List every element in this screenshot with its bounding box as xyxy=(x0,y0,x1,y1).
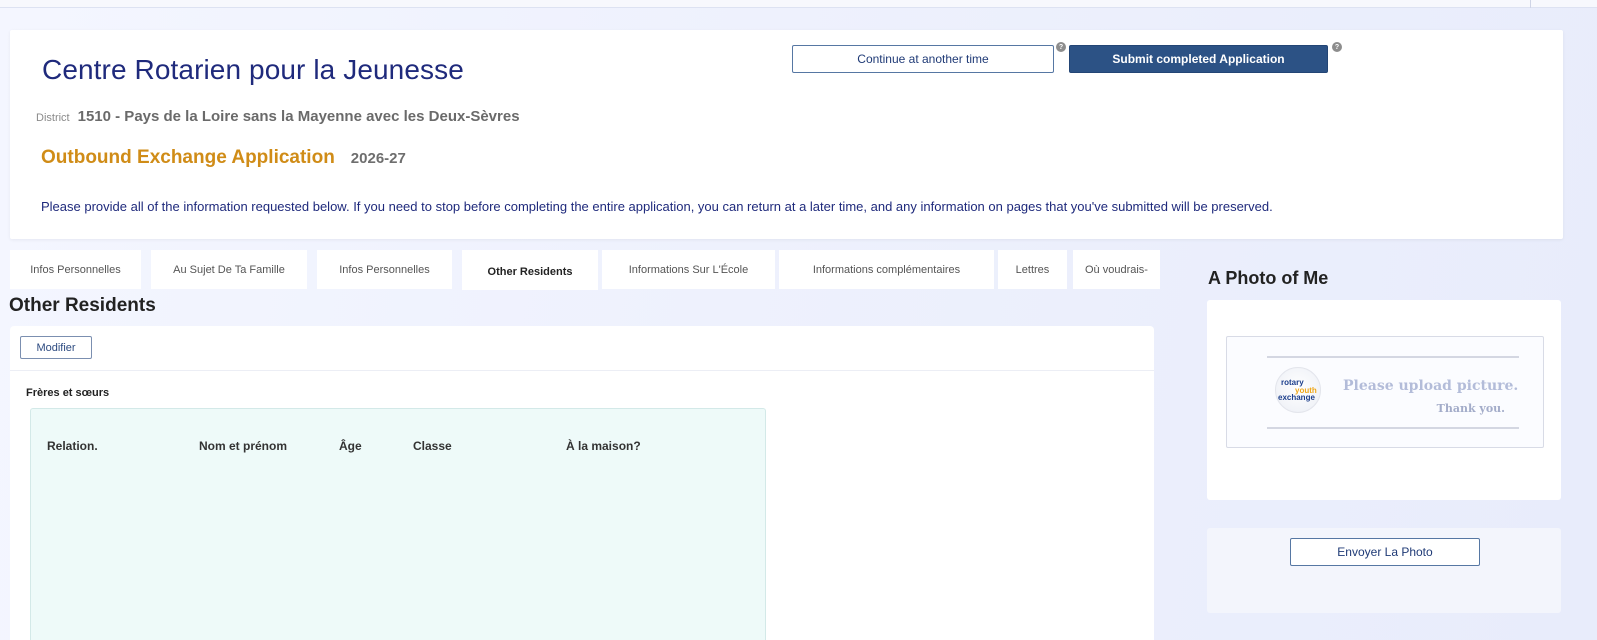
top-strip-edge xyxy=(1530,0,1531,8)
tab-other-residents[interactable]: Other Residents xyxy=(462,250,598,290)
application-year: 2026-27 xyxy=(350,150,406,167)
submit-help-icon[interactable]: ? xyxy=(1332,42,1342,52)
section-title: Other Residents xyxy=(9,295,156,316)
upload-card: Envoyer La Photo xyxy=(1207,528,1561,613)
placeholder-thanks: Thank you. xyxy=(1436,402,1505,415)
column-header-at-home: À la maison? xyxy=(566,439,641,453)
top-strip xyxy=(0,0,1597,8)
continue-help-icon[interactable]: ? xyxy=(1056,42,1066,52)
tab-informations-complementaires[interactable]: Informations complémentaires xyxy=(779,250,994,289)
tab-au-sujet-de-ta-famille[interactable]: Au Sujet De Ta Famille xyxy=(151,250,307,289)
siblings-label: Frères et sœurs xyxy=(26,387,110,399)
column-header-name: Nom et prénom xyxy=(199,439,288,453)
panel-divider xyxy=(10,370,1154,371)
tab-ou-voudrais[interactable]: Où voudrais- xyxy=(1073,250,1160,289)
upload-photo-button[interactable]: Envoyer La Photo xyxy=(1290,538,1480,566)
placeholder-text: Please upload picture. xyxy=(1343,378,1519,394)
application-header: Centre Rotarien pour la Jeunesse Distric… xyxy=(10,30,1563,239)
application-title-row: Outbound Exchange Application 2026-27 xyxy=(41,147,406,169)
district-label: District xyxy=(36,112,70,124)
tab-lettres[interactable]: Lettres xyxy=(998,250,1067,289)
column-header-age: Âge xyxy=(339,439,362,453)
column-header-class: Classe xyxy=(413,439,452,453)
tab-informations-sur-l-ecole[interactable]: Informations Sur L'École xyxy=(602,250,775,289)
district-row: District 1510 - Pays de la Loire sans la … xyxy=(36,108,520,125)
siblings-table: Relation. Nom et prénom Âge Classe À la … xyxy=(30,408,766,640)
rotary-youth-exchange-logo: rotary youth exchange xyxy=(1275,367,1321,413)
instructions-text: Please provide all of the information re… xyxy=(41,199,1273,214)
placeholder-top-line xyxy=(1267,356,1519,358)
district-value: 1510 - Pays de la Loire sans la Mayenne … xyxy=(77,108,520,125)
continue-later-button[interactable]: Continue at another time xyxy=(792,45,1054,73)
other-residents-panel: Modifier Frères et sœurs Relation. Nom e… xyxy=(10,326,1154,640)
placeholder-bottom-line xyxy=(1267,427,1519,429)
section-tabs: Infos Personnelles Au Sujet De Ta Famill… xyxy=(0,250,1160,290)
modifier-button[interactable]: Modifier xyxy=(20,336,92,359)
org-title: Centre Rotarien pour la Jeunesse xyxy=(42,54,464,85)
tab-infos-personnelles-2[interactable]: Infos Personnelles xyxy=(317,250,452,289)
tab-infos-personnelles[interactable]: Infos Personnelles xyxy=(10,250,141,289)
column-header-relation: Relation. xyxy=(47,439,98,453)
photo-card: rotary youth exchange Please upload pict… xyxy=(1207,300,1561,500)
photo-placeholder: rotary youth exchange Please upload pict… xyxy=(1226,336,1544,448)
application-title: Outbound Exchange Application xyxy=(41,147,335,168)
photo-title: A Photo of Me xyxy=(1208,268,1329,288)
logo-word-exchange: exchange xyxy=(1278,393,1315,402)
submit-application-button[interactable]: Submit completed Application xyxy=(1069,45,1328,73)
